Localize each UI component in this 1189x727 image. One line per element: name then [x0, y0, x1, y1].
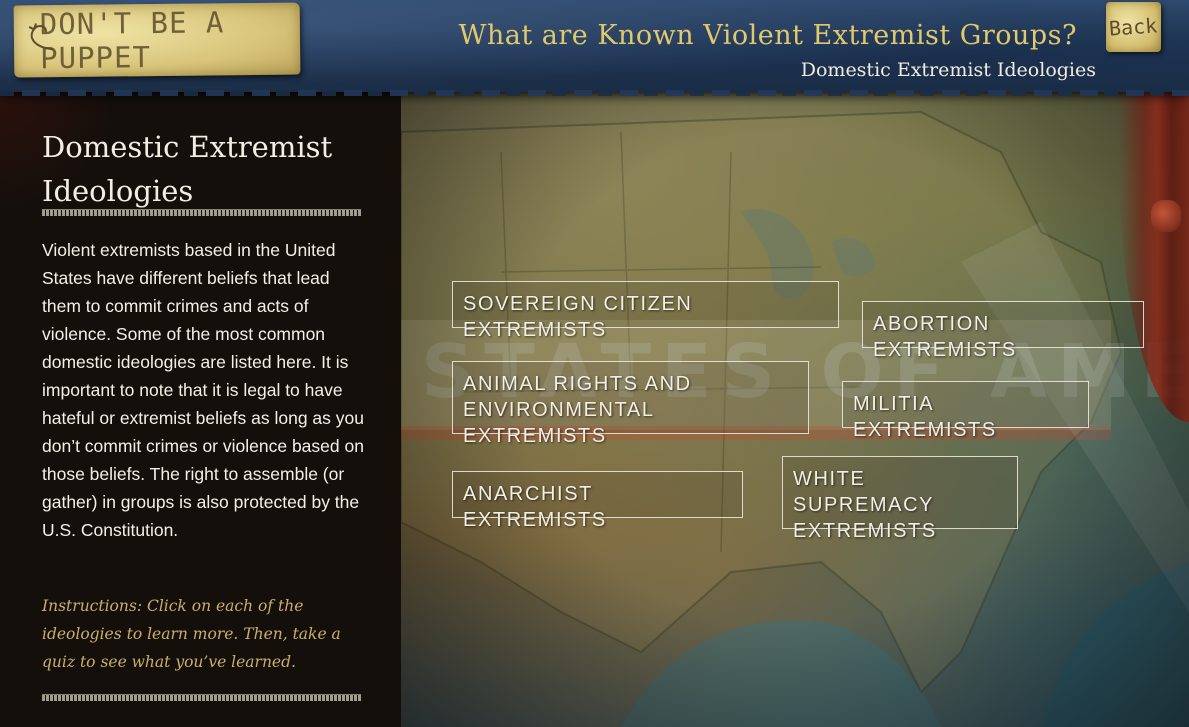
ideology-button-anarchist[interactable]: ANARCHIST EXTREMISTS [452, 471, 743, 531]
ideology-button-sovereign-citizen[interactable]: SOVEREIGN CITIZEN EXTREMISTS [452, 281, 839, 341]
divider-top [42, 209, 361, 216]
ideology-button-abortion[interactable]: ABORTION EXTREMISTS [862, 301, 1144, 361]
page-title: What are Known Violent Extremist Groups? [458, 20, 1077, 51]
divider-bottom [42, 694, 361, 701]
panel-heading: Domestic Extremist Ideologies [42, 130, 333, 208]
header-bar: DON'T BE A PUPPET What are Known Violent… [0, 0, 1189, 96]
dont-be-a-puppet-home-button[interactable]: DON'T BE A PUPPET [13, 2, 301, 78]
brand-label: DON'T BE A PUPPET [39, 5, 225, 76]
page-subtitle: Domestic Extremist Ideologies [800, 59, 1096, 81]
instructions-text: Instructions: Click on each of the ideol… [42, 597, 341, 671]
curtain-tassel-icon [1151, 200, 1181, 232]
ideology-button-white-supremacy[interactable]: WHITE SUPREMACY EXTREMISTS [782, 456, 1018, 542]
back-button[interactable]: Back [1106, 2, 1161, 52]
ideology-button-animal-rights-environmental[interactable]: ANIMAL RIGHTS AND ENVIRONMENTAL EXTREMIS… [452, 361, 809, 447]
app-root: DON'T BE A PUPPET What are Known Violent… [0, 0, 1189, 727]
ideology-button-militia[interactable]: MILITIA EXTREMISTS [842, 381, 1089, 441]
back-label: Back [1108, 13, 1159, 41]
panel-body-text: Violent extremists based in the United S… [42, 240, 364, 540]
